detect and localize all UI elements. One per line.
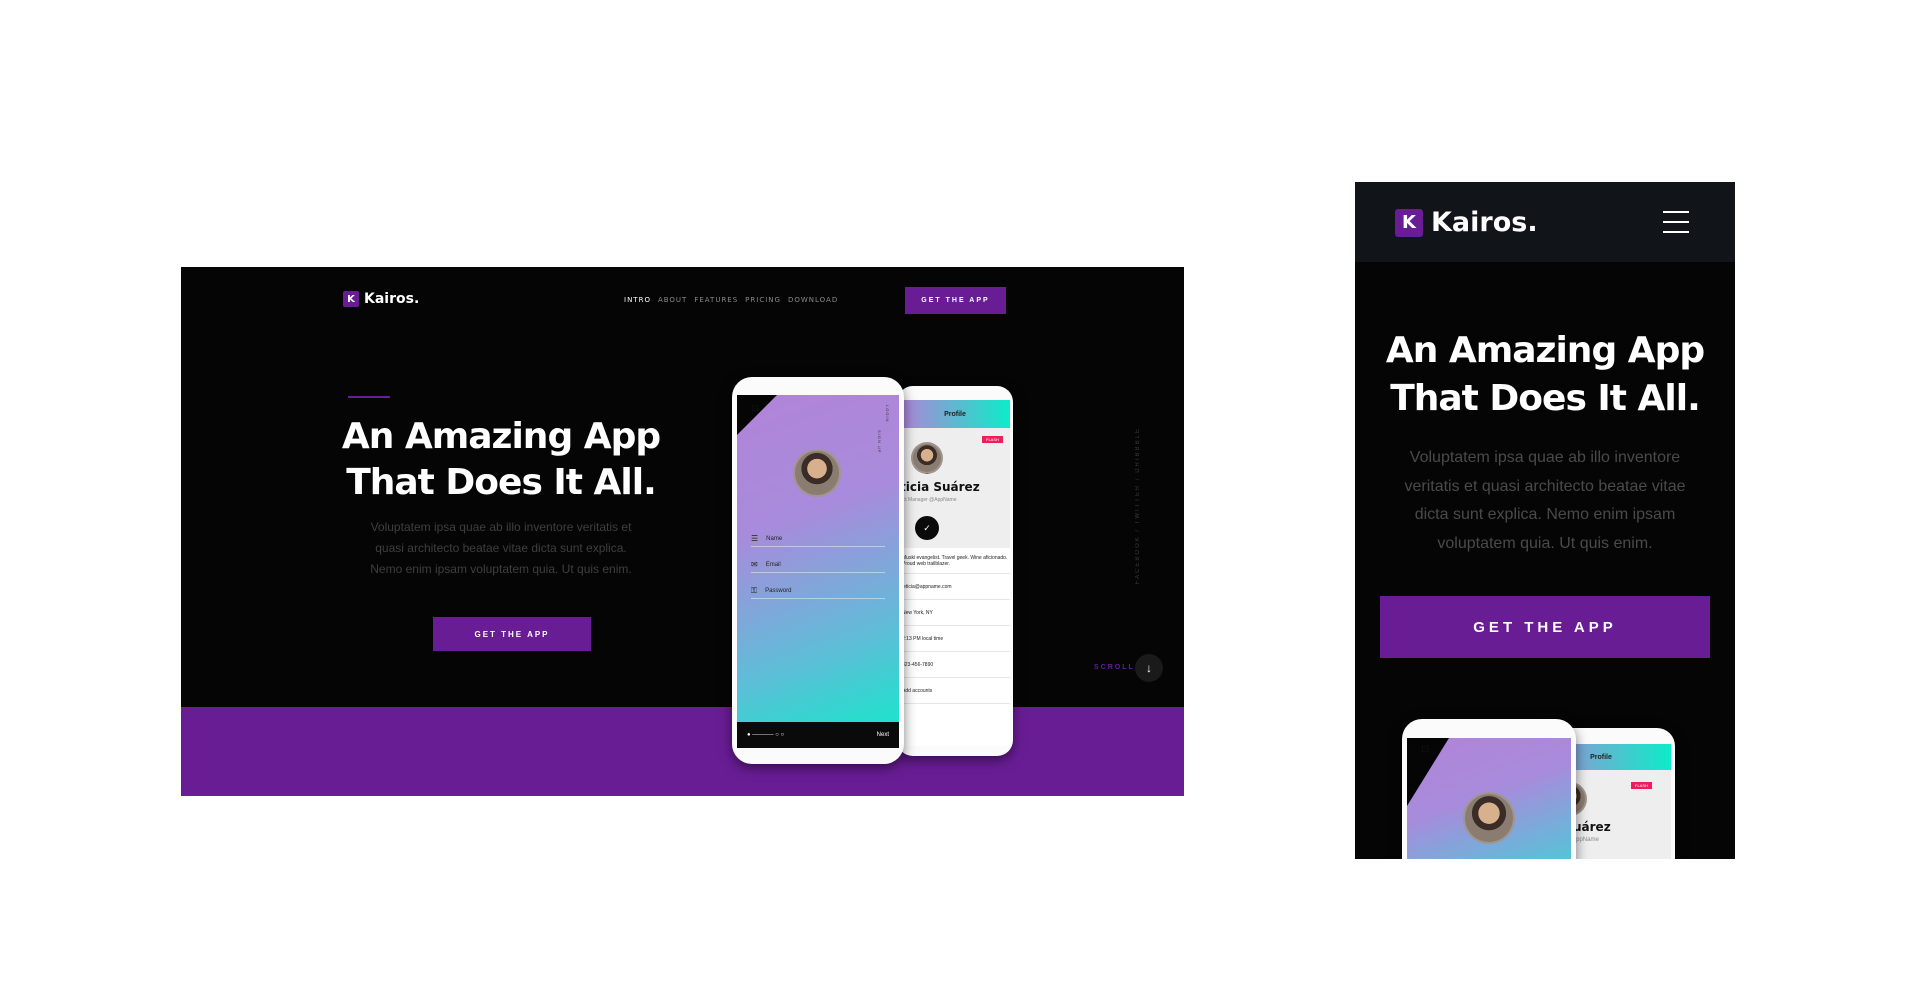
hamburger-menu-icon[interactable] bbox=[1663, 211, 1689, 233]
email-field[interactable]: ✉ Email bbox=[751, 557, 885, 573]
header-get-app-button[interactable]: GET THE APP bbox=[905, 287, 1006, 314]
key-icon: ⚿ bbox=[751, 585, 758, 595]
hero-text-line2: quasi architecto beatae vitae dicta sunt… bbox=[375, 541, 627, 555]
arrow-down-icon: ↓ bbox=[1146, 661, 1152, 675]
nav-item-about[interactable]: ABOUT bbox=[658, 296, 687, 304]
profile-add-accounts[interactable]: Add accounts bbox=[900, 678, 1010, 704]
corner-triangle bbox=[737, 395, 777, 435]
mobile-login-phone: ⊡ bbox=[1402, 719, 1576, 859]
mobile-hero-text: Voluptatem ipsa quae ab illo inventore v… bbox=[1385, 444, 1705, 558]
mobile-camera-icon: ⊡ bbox=[1421, 744, 1430, 755]
mail-icon: ✉ bbox=[751, 560, 758, 569]
mobile-hero-title: An Amazing App That Does It All. bbox=[1375, 327, 1715, 423]
logo[interactable]: K Kairos. bbox=[343, 291, 419, 307]
user-avatar bbox=[793, 449, 841, 497]
next-button[interactable]: Next bbox=[877, 732, 889, 738]
pager-dots: ● ───── ○ ○ bbox=[747, 732, 785, 738]
password-field[interactable]: ⚿ Password bbox=[751, 583, 885, 599]
login-screen: ⊡ LOGIN SIGN UP ☰ Name ✉ Email ⚿ Passwor… bbox=[737, 395, 899, 748]
profile-avatar bbox=[911, 442, 943, 474]
profile-role: uct Manager @AppName bbox=[900, 497, 957, 503]
profile-email: leticia@appname.com bbox=[900, 574, 1010, 600]
profile-bio: Muski evangelist. Travel geek. Wine afic… bbox=[900, 548, 1010, 574]
mobile-login-screen: ⊡ bbox=[1407, 738, 1571, 859]
profile-phone-number: 323-456-7890 bbox=[900, 652, 1010, 678]
login-tab[interactable]: LOGIN bbox=[885, 405, 890, 422]
mobile-user-avatar bbox=[1463, 792, 1515, 844]
login-phone: ⊡ LOGIN SIGN UP ☰ Name ✉ Email ⚿ Passwor… bbox=[732, 377, 904, 764]
password-label: Password bbox=[765, 587, 792, 594]
accent-line bbox=[348, 396, 390, 398]
profile-time: 2:13 PM local time bbox=[900, 626, 1010, 652]
nav-item-pricing[interactable]: PRICING bbox=[745, 296, 781, 304]
profile-header: Profile bbox=[900, 400, 1010, 428]
login-bottom-bar: ● ───── ○ ○ Next bbox=[737, 722, 899, 748]
scroll-down-button[interactable]: ↓ bbox=[1135, 654, 1163, 682]
mobile-text-line1: Voluptatem ipsa quae ab illo inventore bbox=[1409, 449, 1681, 466]
social-links[interactable]: FACEBOOK / TWITTER / DRIBBBLE bbox=[1135, 427, 1141, 584]
scroll-label: SCROLL bbox=[1094, 664, 1135, 671]
nav-item-download[interactable]: DOWNLOAD bbox=[788, 296, 838, 304]
check-button[interactable]: ✓ bbox=[915, 516, 939, 540]
hero-text-line1: Voluptatem ipsa quae ab illo inventore v… bbox=[370, 520, 632, 534]
mobile-logo-mark: K bbox=[1395, 208, 1423, 237]
name-label: Name bbox=[766, 535, 783, 542]
profile-phone: Profile FLASH ticia Suárez uct Manager @… bbox=[897, 386, 1013, 756]
hero-text: Voluptatem ipsa quae ab illo inventore v… bbox=[341, 517, 661, 580]
mobile-logo[interactable]: K Kairos. bbox=[1395, 207, 1538, 238]
logo-mark: K bbox=[343, 291, 359, 307]
nav-item-intro[interactable]: INTRO bbox=[624, 296, 651, 304]
mobile-logo-text: Kairos. bbox=[1431, 207, 1538, 238]
hero-title-line2: That Does It All. bbox=[346, 462, 657, 503]
main-nav: INTRO ABOUT FEATURES PRICING DOWNLOAD bbox=[624, 296, 838, 304]
purple-band bbox=[181, 707, 1184, 796]
mobile-text-line3: dicta sunt explica. Nemo enim ipsam bbox=[1414, 506, 1676, 523]
profile-screen: Profile FLASH ticia Suárez uct Manager @… bbox=[900, 400, 1010, 746]
mobile-text-line2: veritatis et quasi architecto beatae vit… bbox=[1404, 477, 1686, 495]
profile-badge: FLASH bbox=[982, 436, 1003, 443]
logo-text: Kairos. bbox=[364, 291, 420, 307]
mobile-get-app-button[interactable]: GET THE APP bbox=[1380, 596, 1710, 658]
desktop-preview: K Kairos. INTRO ABOUT FEATURES PRICING D… bbox=[181, 267, 1184, 796]
signup-tab[interactable]: SIGN UP bbox=[877, 430, 882, 453]
profile-name: ticia Suárez bbox=[900, 480, 980, 494]
hero-title-line1: An Amazing App bbox=[341, 416, 661, 457]
camera-icon: ⊡ bbox=[751, 403, 759, 413]
mobile-preview: K Kairos. An Amazing App That Does It Al… bbox=[1355, 182, 1735, 859]
mobile-title-line2: That Does It All. bbox=[1390, 378, 1701, 419]
hero-get-app-button[interactable]: GET THE APP bbox=[433, 617, 591, 651]
nav-item-features[interactable]: FEATURES bbox=[694, 296, 738, 304]
mobile-profile-badge: FLASH bbox=[1631, 782, 1652, 789]
mobile-header: K Kairos. bbox=[1355, 182, 1735, 262]
hero-title: An Amazing App That Does It All. bbox=[331, 414, 671, 506]
mobile-title-line1: An Amazing App bbox=[1385, 330, 1705, 371]
email-label: Email bbox=[765, 561, 781, 568]
mobile-text-line4: voluptatem quia. Ut quis enim. bbox=[1437, 534, 1653, 552]
hero-text-line3: Nemo enim ipsam voluptatem quia. Ut quis… bbox=[370, 562, 632, 576]
name-field[interactable]: ☰ Name bbox=[751, 531, 885, 547]
menu-icon: ☰ bbox=[751, 534, 759, 543]
check-icon: ✓ bbox=[923, 522, 931, 533]
profile-location: New York, NY bbox=[900, 600, 1010, 626]
